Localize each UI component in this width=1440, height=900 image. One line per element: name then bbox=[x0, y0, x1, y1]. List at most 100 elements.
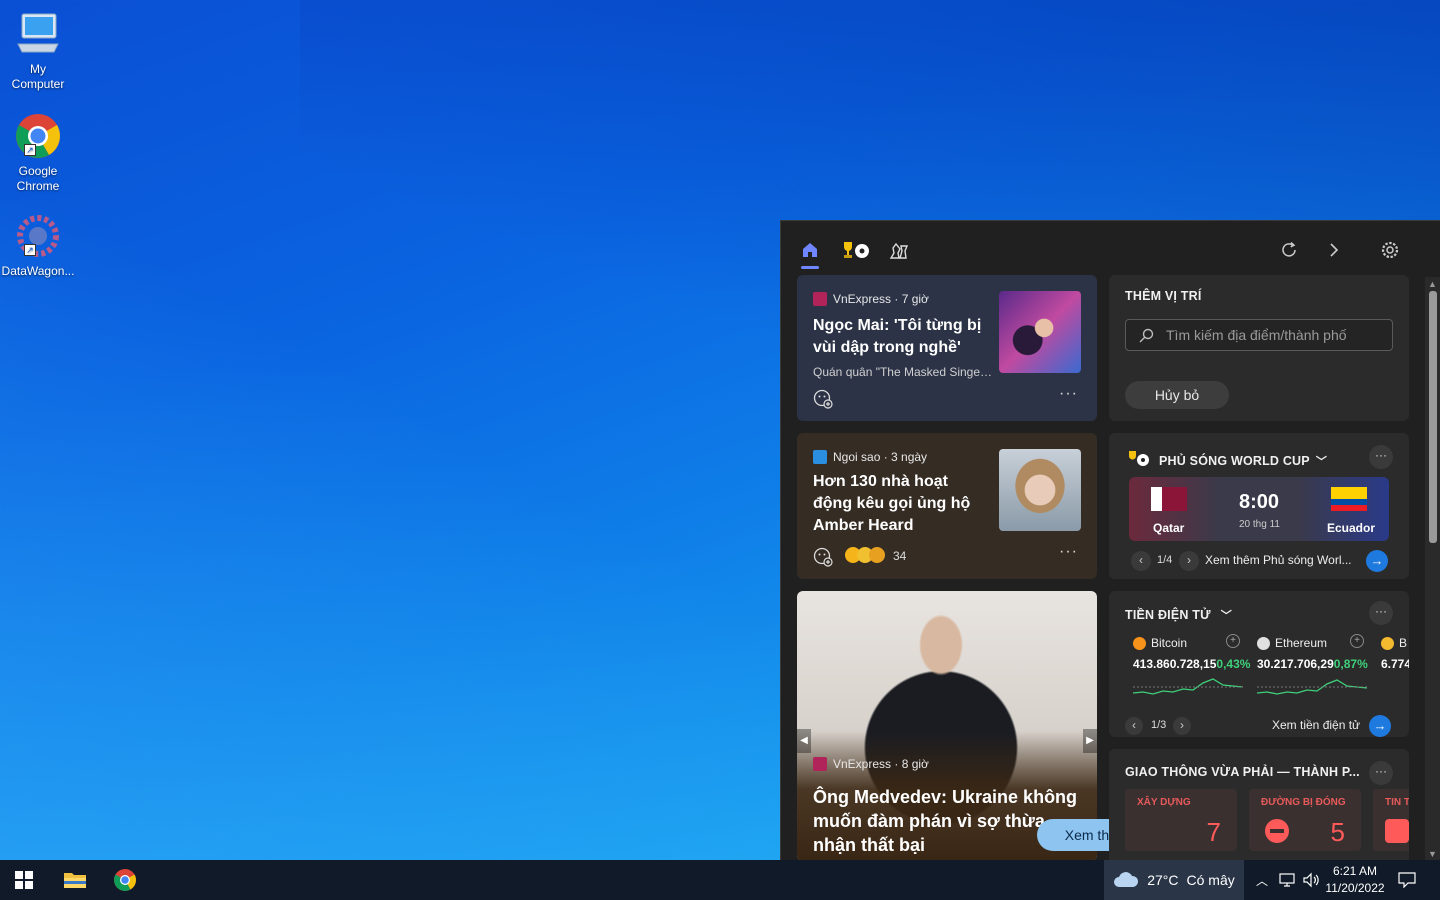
weather-text: Có mây bbox=[1186, 872, 1235, 888]
chevron-down-icon: ﹀ bbox=[1220, 610, 1232, 622]
home-tab[interactable] bbox=[797, 237, 823, 269]
shortcut-arrow-icon: ↗ bbox=[24, 244, 36, 256]
start-button[interactable] bbox=[0, 860, 48, 900]
crypto-header[interactable]: TIỀN ĐIỆN TỬ ﹀ bbox=[1125, 607, 1232, 623]
news-title[interactable]: Hơn 130 nhà hoạt động kêu gọi ủng hộ Amb… bbox=[813, 471, 991, 537]
network-icon bbox=[1279, 873, 1295, 887]
world-cup-tab[interactable] bbox=[837, 237, 873, 263]
panel-header bbox=[781, 221, 1440, 277]
more-options-icon[interactable]: ··· bbox=[1369, 445, 1393, 469]
add-location-card: THÊM VỊ TRÍ Tìm kiếm địa điểm/thành phố … bbox=[1109, 275, 1409, 421]
more-options-icon[interactable]: ··· bbox=[1059, 385, 1078, 403]
traffic-label: ĐƯỜNG BỊ ĐÓNG bbox=[1261, 797, 1346, 808]
chrome-taskbar-button[interactable] bbox=[102, 860, 148, 900]
carousel-prev-icon[interactable]: ◀ bbox=[797, 729, 811, 753]
network-button[interactable] bbox=[1276, 860, 1298, 900]
weather-temp: 27°C bbox=[1147, 872, 1179, 888]
chess-tab[interactable] bbox=[885, 237, 911, 263]
volume-button[interactable] bbox=[1300, 860, 1322, 900]
traffic-news[interactable]: TIN T bbox=[1373, 789, 1409, 851]
crypto-more-link[interactable]: Xem tiền điện tử bbox=[1272, 718, 1360, 732]
ecuador-flag-icon bbox=[1331, 487, 1367, 511]
notification-icon bbox=[1398, 872, 1416, 888]
speaker-icon bbox=[1303, 872, 1319, 888]
more-options-icon[interactable]: ··· bbox=[1369, 601, 1393, 625]
arrow-right-icon[interactable]: → bbox=[1369, 715, 1391, 737]
scroll-down-icon[interactable]: ▼ bbox=[1428, 849, 1437, 859]
traffic-construction[interactable]: XÂY DỰNG 7 bbox=[1125, 789, 1237, 851]
world-cup-icon bbox=[1129, 451, 1149, 466]
prev-coin-icon[interactable]: ‹ bbox=[1125, 717, 1143, 735]
coin-third[interactable]: B bbox=[1381, 636, 1407, 650]
file-explorer-button[interactable] bbox=[52, 860, 98, 900]
crypto-card: TIỀN ĐIỆN TỬ ﹀ ··· Bitcoin + 413.860.728… bbox=[1109, 591, 1409, 737]
team-b-name: Ecuador bbox=[1327, 521, 1376, 535]
forward-icon bbox=[1330, 243, 1339, 257]
more-options-icon[interactable]: ··· bbox=[1059, 543, 1078, 561]
bnb-icon bbox=[1381, 636, 1394, 650]
ethereum-sparkline bbox=[1257, 679, 1367, 695]
news-title[interactable]: Ngọc Mai: 'Tôi từng bị vùi dập trong ngh… bbox=[813, 315, 988, 359]
match-score-box[interactable]: Qatar 8:00 20 thg 11 Ecuador bbox=[1129, 477, 1389, 541]
show-hidden-icons-button[interactable]: ︿ bbox=[1252, 860, 1272, 900]
world-cup-header[interactable]: PHỦ SÓNG WORLD CUP ﹀ bbox=[1159, 453, 1327, 469]
traffic-closed-roads[interactable]: ĐƯỜNG BỊ ĐÓNG 5 bbox=[1249, 789, 1361, 851]
desktop-icon-label: DataWagon... bbox=[1, 264, 75, 278]
arrow-right-icon[interactable]: → bbox=[1366, 550, 1388, 572]
match-pager: 1/4 bbox=[1157, 554, 1173, 566]
traffic-label: XÂY DỰNG bbox=[1137, 797, 1191, 808]
traffic-count: 7 bbox=[1206, 817, 1221, 847]
desktop-icon-datawagon[interactable]: ↗ DataWagon... bbox=[0, 212, 76, 279]
panel-scrollbar[interactable]: ▲ ▼ bbox=[1425, 277, 1440, 860]
cancel-button[interactable]: Hủy bỏ bbox=[1125, 381, 1229, 409]
crypto-pager: 1/3 bbox=[1151, 719, 1167, 731]
location-search-input[interactable]: Tìm kiếm địa điểm/thành phố bbox=[1125, 319, 1393, 351]
clock[interactable]: 6:21 AM 11/20/2022 bbox=[1324, 864, 1386, 895]
traffic-header[interactable]: GIAO THÔNG VỪA PHẢI — THÀNH P... bbox=[1125, 765, 1360, 779]
clock-date: 11/20/2022 bbox=[1325, 881, 1385, 895]
scroll-up-icon[interactable]: ▲ bbox=[1428, 279, 1437, 289]
team-a-name: Qatar bbox=[1153, 521, 1185, 535]
coin-ethereum[interactable]: Ethereum bbox=[1257, 636, 1327, 650]
widgets-panel: VnExpress · 7 giờ Ngọc Mai: 'Tôi từng bị… bbox=[780, 220, 1440, 860]
bitcoin-sparkline bbox=[1133, 678, 1243, 695]
reaction-emojis-icon bbox=[845, 547, 885, 563]
world-cup-more-link[interactable]: Xem thêm Phủ sóng Worl... bbox=[1205, 553, 1352, 567]
news-thumbnail bbox=[999, 449, 1081, 531]
chevron-up-icon: ︿ bbox=[1255, 873, 1268, 888]
add-reaction-icon[interactable] bbox=[813, 389, 833, 409]
vnexpress-logo-icon bbox=[813, 757, 827, 771]
traffic-card: GIAO THÔNG VỪA PHẢI — THÀNH P... ··· XÂY… bbox=[1109, 749, 1409, 860]
more-options-icon[interactable]: ··· bbox=[1369, 761, 1393, 785]
settings-button[interactable] bbox=[1378, 238, 1402, 262]
scroll-thumb[interactable] bbox=[1429, 291, 1437, 543]
shortcut-arrow-icon: ↗ bbox=[24, 144, 36, 156]
next-match-icon[interactable]: › bbox=[1179, 551, 1199, 571]
traffic-count: 5 bbox=[1330, 817, 1345, 847]
clock-time: 6:21 AM bbox=[1332, 864, 1378, 878]
add-reaction-icon[interactable] bbox=[813, 547, 833, 567]
weather-button[interactable]: 27°C Có mây bbox=[1104, 860, 1244, 900]
coin-value: 6.774 bbox=[1381, 657, 1409, 671]
chrome-icon: ↗ bbox=[14, 112, 62, 160]
ngoisao-logo-icon bbox=[813, 450, 827, 464]
settings-icon bbox=[1381, 241, 1399, 259]
coin-value: 413.860.728,150,43% bbox=[1133, 657, 1251, 671]
desktop-icon-my-computer[interactable]: My Computer bbox=[0, 10, 76, 92]
refresh-button[interactable] bbox=[1277, 238, 1301, 262]
notifications-button[interactable] bbox=[1392, 860, 1422, 900]
world-cup-icon bbox=[844, 242, 869, 258]
add-coin-icon[interactable]: + bbox=[1350, 634, 1364, 648]
coin-bitcoin[interactable]: Bitcoin bbox=[1133, 636, 1187, 650]
next-coin-icon[interactable]: › bbox=[1173, 717, 1191, 735]
news-card[interactable]: VnExpress · 7 giờ Ngọc Mai: 'Tôi từng bị… bbox=[797, 275, 1097, 421]
desktop-icon-google-chrome[interactable]: ↗ Google Chrome bbox=[0, 112, 76, 194]
forward-button[interactable] bbox=[1322, 238, 1346, 262]
taskbar: 27°C Có mây ︿ 6:21 AM 11/20/2022 bbox=[0, 860, 1440, 900]
computer-icon bbox=[14, 10, 62, 58]
news-card[interactable]: Ngoi sao · 3 ngày Hơn 130 nhà hoạt động … bbox=[797, 433, 1097, 579]
carousel-next-icon[interactable]: ▶ bbox=[1083, 729, 1097, 753]
prev-match-icon[interactable]: ‹ bbox=[1131, 551, 1151, 571]
add-coin-icon[interactable]: + bbox=[1226, 634, 1240, 648]
world-cup-card: PHỦ SÓNG WORLD CUP ﹀ ··· Qatar 8:00 20 t… bbox=[1109, 433, 1409, 579]
